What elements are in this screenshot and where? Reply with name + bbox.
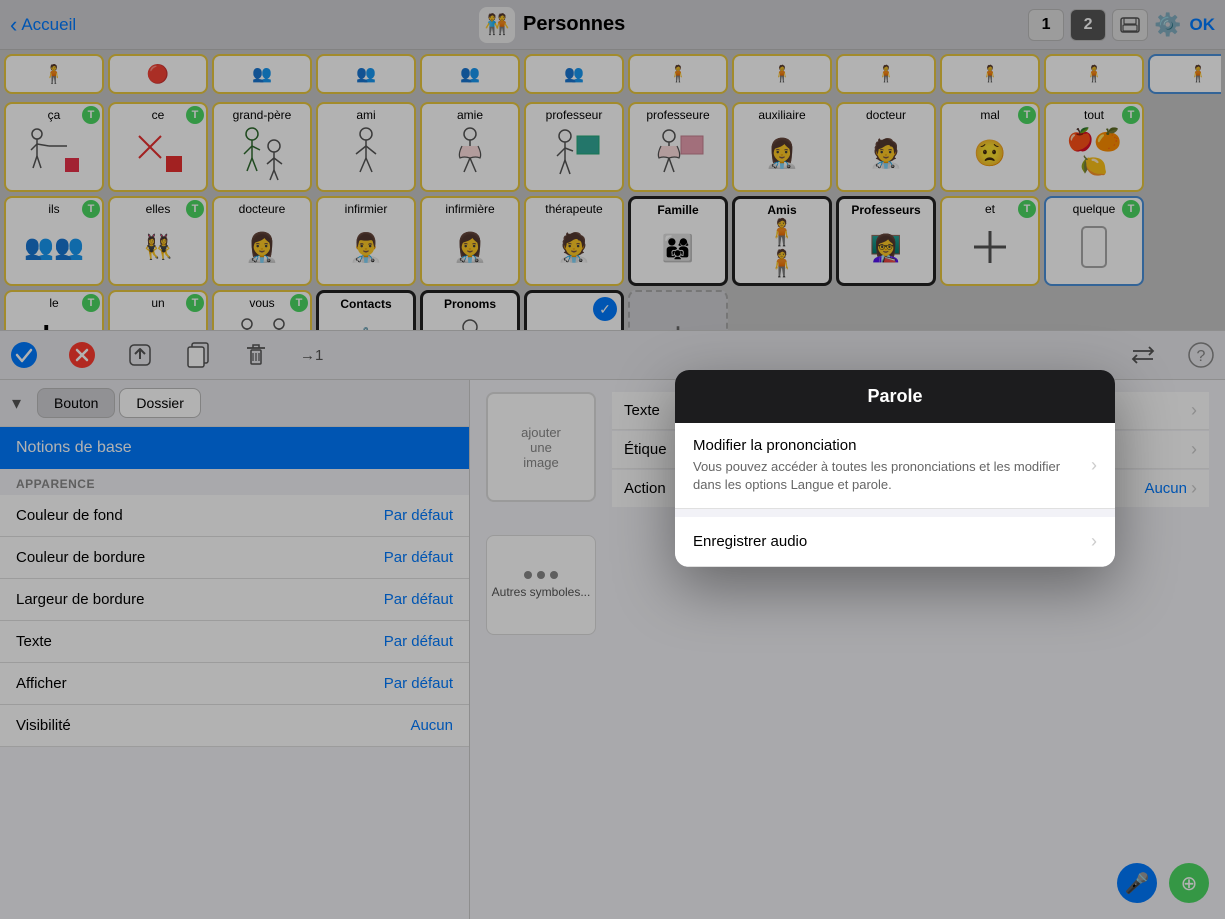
modal-item-prononciation[interactable]: Modifier la prononciation Vous pouvez ac… bbox=[675, 423, 1115, 509]
audio-chevron: › bbox=[1091, 531, 1097, 552]
parole-modal: Parole Modifier la prononciation Vous po… bbox=[675, 370, 1115, 567]
modal-title: Parole bbox=[675, 370, 1115, 423]
prononciation-chevron: › bbox=[1091, 455, 1097, 476]
modal-divider bbox=[675, 509, 1115, 517]
modal-item-audio[interactable]: Enregistrer audio › bbox=[675, 517, 1115, 567]
modal-overlay[interactable]: Parole Modifier la prononciation Vous po… bbox=[0, 0, 1225, 919]
